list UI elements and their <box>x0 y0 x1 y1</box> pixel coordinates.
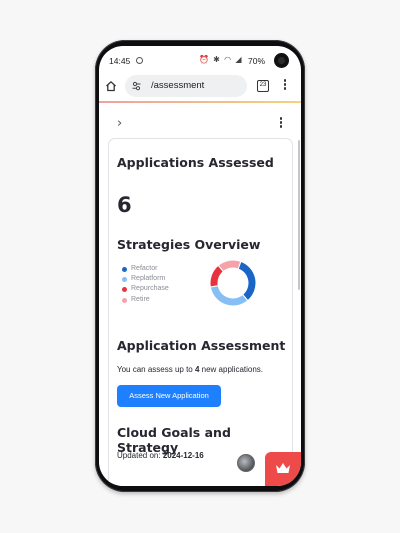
strategies-legend: Refactor Replatform Repurchase Retire <box>122 264 169 305</box>
strategies-overview-heading: Strategies Overview <box>117 237 261 252</box>
status-icons: ⏰ ✱ ◠ ◢ <box>199 55 243 64</box>
battery-percent: 70% <box>248 56 266 66</box>
page-load-bar <box>99 101 301 103</box>
crown-icon <box>276 463 290 473</box>
site-info-icon[interactable] <box>132 81 141 91</box>
legend-item: Retire <box>122 295 169 305</box>
scrollbar-thumb[interactable] <box>298 140 300 290</box>
legend-dot <box>122 277 127 283</box>
description-suffix: new applications. <box>199 365 264 374</box>
legend-label: Replatform <box>131 275 166 283</box>
legend-label: Refactor <box>131 265 158 272</box>
donut-slice-refactor <box>237 260 257 302</box>
donut-slice-replatform <box>209 285 249 307</box>
legend-dot <box>122 267 127 272</box>
notification-icon <box>136 57 143 64</box>
more-options-icon[interactable] <box>279 117 283 129</box>
description-prefix: You can assess up to <box>117 365 195 374</box>
home-icon[interactable] <box>105 80 117 92</box>
legend-dot <box>122 297 127 303</box>
updated-on-text: Updated on: 2024-12-16 <box>117 451 204 460</box>
legend-item: Replatform <box>122 274 169 284</box>
legend-dot <box>122 287 127 293</box>
assess-new-application-button[interactable]: Assess New Application <box>117 385 221 407</box>
status-time: 14:45 <box>109 56 131 66</box>
updated-label: Updated on: <box>117 451 163 460</box>
front-camera <box>274 53 289 68</box>
chevron-right-icon[interactable]: › <box>117 116 122 131</box>
legend-item: Repurchase <box>122 284 169 294</box>
user-avatar[interactable] <box>237 454 255 472</box>
browser-toolbar: /assessment 23 <box>99 72 301 100</box>
donut-slice-retire <box>217 259 242 273</box>
assessment-description: You can assess up to 4 new applications. <box>117 365 263 374</box>
legend-item: Refactor <box>122 264 169 274</box>
streamlit-badge-button[interactable] <box>265 452 301 486</box>
url-text: /assessment <box>151 80 205 91</box>
legend-label: Retire <box>131 295 150 303</box>
strategies-donut-chart <box>209 259 257 307</box>
address-bar[interactable]: /assessment <box>125 75 247 97</box>
application-assessment-heading: Application Assessment <box>117 338 286 353</box>
applications-assessed-count: 6 <box>117 193 132 217</box>
tab-switcher-button[interactable]: 23 <box>257 80 269 92</box>
dashboard-card: Applications Assessed 6 Strategies Overv… <box>108 138 293 486</box>
app-top-nav: › <box>99 104 301 138</box>
phone-screen: 14:45 ⏰ ✱ ◠ ◢ 70% /assessment 23 › Appli… <box>99 46 301 486</box>
updated-date: 2024-12-16 <box>162 451 204 460</box>
applications-assessed-heading: Applications Assessed <box>117 155 274 170</box>
legend-label: Repurchase <box>131 285 169 293</box>
browser-menu-icon[interactable] <box>282 79 288 93</box>
status-bar: 14:45 ⏰ ✱ ◠ ◢ 70% <box>99 46 301 72</box>
